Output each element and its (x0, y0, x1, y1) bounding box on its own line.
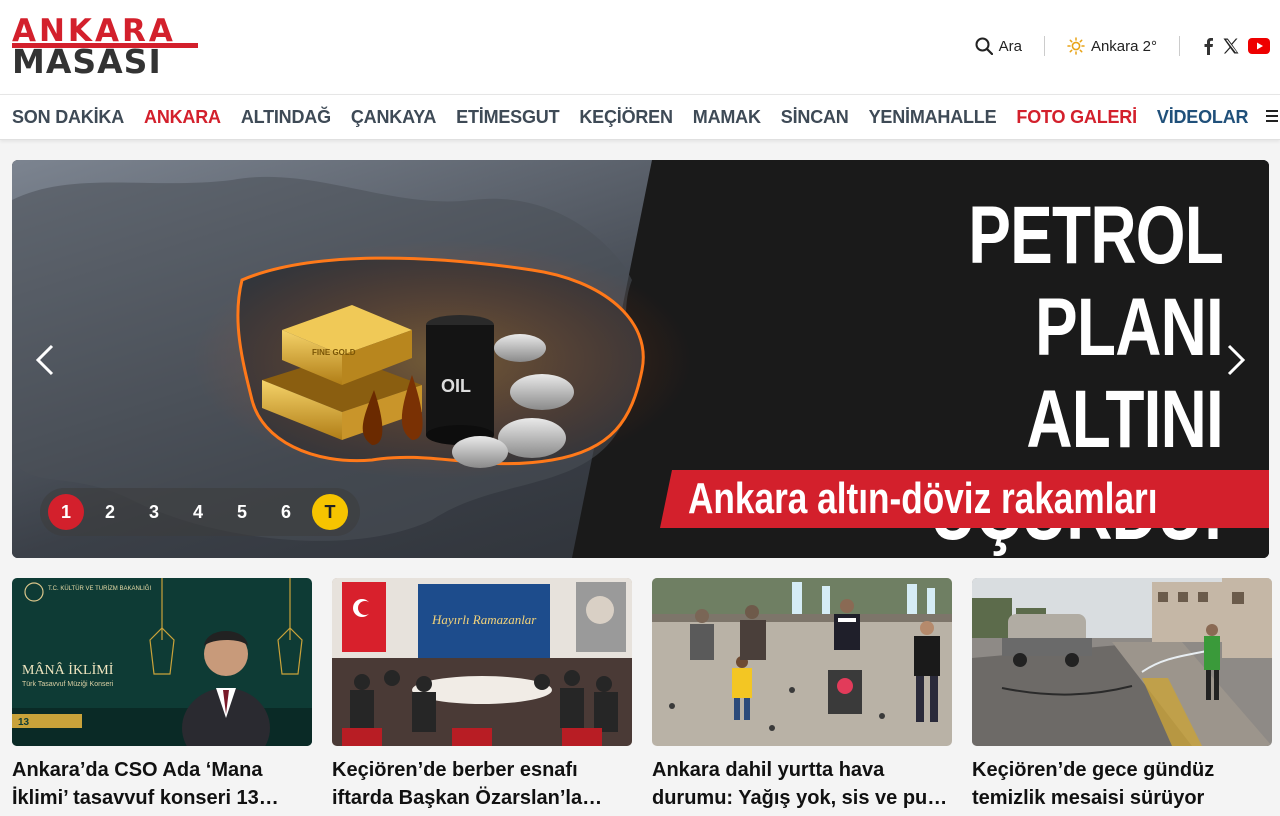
pager-dot[interactable]: 6 (268, 494, 304, 530)
next-slide-button[interactable] (1221, 340, 1251, 380)
news-card-title: Ankara dahil yurtta hava durumu: Yağış y… (652, 759, 939, 809)
social-links (1202, 37, 1270, 55)
nav-item-yenimahalle[interactable]: YENİMAHALLE (869, 107, 997, 128)
pager-dot[interactable]: 2 (92, 494, 128, 530)
divider (1179, 36, 1180, 56)
site-logo[interactable]: ANKARA MASASI (12, 16, 198, 78)
news-card-image: Hayırlı Ramazanlar (332, 578, 632, 746)
sun-icon (1067, 37, 1085, 55)
svg-text:13: 13 (18, 717, 30, 728)
news-card[interactable]: Keçiören’de gece gündüz temizlik mesaisi… (972, 578, 1272, 812)
site-header: ANKARA MASASI Ara Ankara 2° (0, 0, 1280, 94)
facebook-icon[interactable] (1202, 37, 1214, 55)
x-icon[interactable] (1222, 37, 1240, 55)
svg-text:Türk Tasavvuf Müziği Konseri: Türk Tasavvuf Müziği Konseri (22, 681, 114, 688)
menu-icon[interactable] (1266, 107, 1280, 127)
search-label: Ara (998, 37, 1022, 55)
slider-pager: 1 2 3 4 5 6 T (40, 488, 360, 536)
nav-item-kecioren[interactable]: KEÇİÖREN (579, 107, 673, 128)
news-card[interactable]: T.C. KÜLTÜR VE TURİZM BAKANLIĞI MÂNÂ İKL… (12, 578, 312, 812)
nav-item-son-dakika[interactable]: SON DAKİKA (12, 107, 124, 128)
news-card[interactable]: Ankara dahil yurtta hava durumu: Yağış y… (652, 578, 952, 812)
chevron-left-icon (35, 344, 54, 376)
svg-text:OIL: OIL (441, 376, 471, 396)
nav-item-altindag[interactable]: ALTINDAĞ (241, 107, 331, 128)
news-card-title: Ankara’da CSO Ada ‘Mana İklimi’ tasavvuf… (12, 759, 263, 809)
logo-line-2: MASASI (12, 42, 162, 81)
nav-item-ankara[interactable]: ANKARA (144, 107, 221, 128)
weather-label: Ankara 2° (1090, 37, 1157, 55)
pager-dot-all[interactable]: T (312, 494, 348, 530)
youtube-icon[interactable] (1248, 38, 1270, 54)
main-nav: SON DAKİKA ANKARA ALTINDAĞ ÇANKAYA ETİME… (0, 94, 1280, 140)
search-button[interactable]: Ara (975, 37, 1022, 55)
hero-headline-line: ALTINI (1026, 374, 1223, 465)
nav-item-sincan[interactable]: SİNCAN (781, 107, 849, 128)
nav-item-etimesgut[interactable]: ETİMESGUT (456, 107, 559, 128)
nav-item-cankaya[interactable]: ÇANKAYA (351, 107, 436, 128)
nav-items: SON DAKİKA ANKARA ALTINDAĞ ÇANKAYA ETİME… (12, 95, 1268, 139)
weather-widget[interactable]: Ankara 2° (1067, 37, 1157, 55)
news-cards: T.C. KÜLTÜR VE TURİZM BAKANLIĞI MÂNÂ İKL… (12, 578, 1272, 812)
nav-item-videolar[interactable]: VİDEOLAR (1157, 107, 1249, 128)
hero-slider[interactable]: FINE GOLD OIL PETROL PLANI ALTINI UÇURDU… (12, 160, 1269, 558)
pager-dot[interactable]: 3 (136, 494, 172, 530)
divider (1043, 36, 1045, 56)
svg-text:Hayırlı Ramazanlar: Hayırlı Ramazanlar (431, 612, 537, 627)
pager-dot[interactable]: 1 (48, 494, 84, 530)
news-card-title: Keçiören’de berber esnafı iftarda Başkan… (332, 759, 583, 809)
prev-slide-button[interactable] (30, 340, 60, 380)
nav-item-mamak[interactable]: MAMAK (693, 107, 761, 128)
header-tools: Ara Ankara 2° (975, 34, 1270, 58)
pager-dot[interactable]: 5 (224, 494, 260, 530)
hero-headline-line: PETROL PLANI (968, 190, 1224, 373)
oil-barrel: OIL (426, 315, 494, 445)
svg-text:T.C. KÜLTÜR VE TURİZM BAKANLIĞ: T.C. KÜLTÜR VE TURİZM BAKANLIĞI (48, 585, 151, 592)
news-card-title: Keçiören’de gece gündüz temizlik mesaisi… (972, 759, 1215, 809)
chevron-right-icon (1227, 344, 1246, 376)
nav-item-foto-galeri[interactable]: FOTO GALERİ (1016, 107, 1137, 128)
news-card-image: T.C. KÜLTÜR VE TURİZM BAKANLIĞI MÂNÂ İKL… (12, 578, 312, 746)
news-card-image (652, 578, 952, 746)
search-icon (975, 37, 993, 55)
news-card[interactable]: Hayırlı Ramazanlar Keçiören’de berber es… (332, 578, 632, 812)
pager-dot[interactable]: 4 (180, 494, 216, 530)
svg-text:MÂNÂ İKLİMİ: MÂNÂ İKLİMİ (22, 661, 114, 678)
news-card-image (972, 578, 1272, 746)
hero-ribbon-text: Ankara altın-döviz rakamları (688, 474, 1158, 523)
svg-text:FINE GOLD: FINE GOLD (312, 348, 356, 357)
